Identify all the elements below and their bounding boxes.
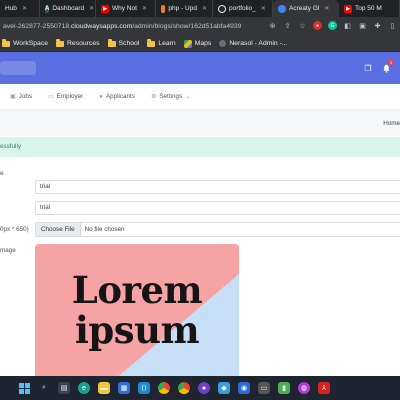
bookmark-nerasol[interactable]: Nerasol - Admin -... — [219, 40, 288, 47]
store-icon[interactable]: ▦ — [118, 382, 130, 394]
app-icon[interactable]: ◆ — [218, 382, 230, 394]
maps-icon — [183, 39, 192, 48]
bookmark-maps[interactable]: Maps — [183, 39, 211, 48]
nav-employer[interactable]: ▭ Employer — [48, 93, 83, 100]
brand-logo[interactable] — [0, 61, 36, 75]
close-tab-icon[interactable]: ✕ — [324, 5, 329, 12]
bookmark-workspace[interactable]: WorkSpace — [2, 38, 48, 47]
task-view-icon[interactable]: ▤ — [58, 382, 70, 394]
close-tab-icon[interactable]: ✕ — [22, 5, 27, 12]
vscode-icon[interactable]: ⟨⟩ — [138, 382, 150, 394]
edge-icon[interactable]: e — [78, 382, 90, 394]
stackoverflow-favicon-icon — [161, 4, 166, 13]
tab-label: Dashboard — [52, 5, 85, 12]
preview-text-line1: Lorem — [71, 268, 203, 312]
notification-badge: 1 — [388, 59, 394, 65]
breadcrumb-home[interactable]: Home — [383, 120, 400, 127]
browser-tab[interactable]: Hub ✕ — [0, 0, 40, 17]
bell-icon[interactable]: 1 — [381, 59, 394, 73]
tab-label: php - Upd — [168, 5, 197, 12]
copy-icon[interactable]: ❐ — [363, 63, 373, 73]
acrobat-icon[interactable]: ⅄ — [318, 382, 330, 394]
folder-icon — [56, 38, 65, 47]
chevron-down-icon: ⌄ — [185, 94, 191, 100]
browser-tab[interactable]: ▶ Why Not ✕ — [96, 0, 156, 17]
folder-icon — [2, 38, 10, 47]
address-bar-icons: ⊕ ⇪ ☆ ● G ◧ ▣ ✚ ▯ — [268, 21, 397, 30]
youtube-favicon-icon: ▶ — [344, 4, 352, 13]
browser-tab[interactable]: ▶ Top 50 M — [339, 0, 400, 17]
file-status: No file chosen — [84, 226, 125, 233]
bookmarks-bar: WorkSpace Resources School Learn Maps Ne… — [0, 36, 400, 52]
briefcase-icon: ▣ — [10, 94, 16, 100]
zoom-icon[interactable]: ⊕ — [268, 21, 277, 30]
folder-icon — [147, 38, 156, 47]
breadcrumb-row: Home — [0, 110, 400, 136]
github-desktop-icon[interactable]: ● — [198, 382, 210, 394]
bookmark-school[interactable]: School — [107, 38, 139, 47]
browser-tab-strip: Hub ✕ A Dashboard ✕ ▶ Why Not ✕ php - Up… — [0, 0, 400, 17]
nav-applicants[interactable]: ● Applicants — [99, 93, 135, 100]
image-size-label: 0px * 650) — [0, 226, 29, 233]
bookmark-learn[interactable]: Learn — [147, 38, 176, 47]
image-label: mage — [0, 247, 16, 254]
bookmark-resources[interactable]: Resources — [56, 38, 100, 47]
grammarly-icon[interactable]: G — [328, 21, 337, 30]
title-input[interactable]: trial — [35, 180, 400, 194]
field-label: e — [0, 170, 4, 177]
browser-tab[interactable]: portfolio_ ✕ — [213, 0, 273, 17]
tab-label: portfolio_ — [229, 5, 256, 12]
close-tab-icon[interactable]: ✕ — [202, 5, 207, 12]
app-icon[interactable]: ◉ — [238, 382, 250, 394]
acreaty-favicon-icon — [278, 4, 286, 13]
terminal-icon[interactable]: ▮ — [278, 382, 290, 394]
chrome-icon[interactable] — [158, 382, 170, 394]
close-tab-icon[interactable]: ✕ — [261, 5, 266, 12]
extension-icon[interactable]: ▣ — [358, 21, 367, 30]
windows-start-icon[interactable] — [18, 382, 30, 394]
github-favicon-icon — [218, 4, 226, 13]
app-header: ❐ 1 — [0, 52, 400, 84]
file-input[interactable]: Choose File No file chosen — [35, 222, 400, 237]
tab-label: Why Not — [112, 5, 137, 12]
url-text[interactable]: avel-262877-2550718.cloudwaysapps.com/ad… — [3, 23, 241, 30]
close-tab-icon[interactable]: ✕ — [142, 5, 147, 12]
slug-input[interactable]: trial — [35, 201, 400, 215]
browser-tab[interactable]: php - Upd ✕ — [156, 0, 213, 17]
youtube-favicon-icon: ▶ — [101, 4, 109, 13]
tab-label: Acreaty Gl — [289, 5, 320, 12]
taskbar: ⌕ ▤ e ▬ ▦ ⟨⟩ ● ◆ ◉ ▭ ▮ ◍ ⅄ — [0, 376, 400, 400]
choose-file-button[interactable]: Choose File — [36, 223, 81, 236]
main-nav: ▣ Jobs ▭ Employer ● Applicants ⚙ Settings ⌄ — [0, 84, 400, 110]
extension-red-icon[interactable]: ● — [313, 21, 322, 30]
app-icon[interactable]: ◍ — [298, 382, 310, 394]
star-icon[interactable]: ☆ — [298, 21, 307, 30]
folder-icon — [107, 38, 116, 47]
dashboard-favicon-icon: A — [45, 4, 50, 13]
nav-jobs[interactable]: ▣ Jobs — [10, 93, 32, 100]
tab-label: Top 50 M — [355, 5, 382, 12]
share-icon[interactable]: ⇪ — [283, 21, 292, 30]
user-icon: ● — [99, 93, 103, 100]
file-explorer-icon[interactable]: ▬ — [98, 382, 110, 394]
tab-label: Hub — [5, 5, 17, 12]
success-alert: essfully — [0, 137, 400, 157]
nerasol-icon — [219, 40, 227, 47]
gear-icon: ⚙ — [150, 94, 157, 100]
sidepanel-icon[interactable]: ▯ — [388, 21, 397, 30]
puzzle-icon[interactable]: ✚ — [373, 21, 382, 30]
search-icon[interactable]: ⌕ — [38, 382, 50, 394]
preview-text-line2: ipsum — [74, 308, 200, 352]
close-tab-icon[interactable]: ✕ — [89, 5, 94, 12]
nav-settings[interactable]: ⚙ Settings ⌄ — [151, 93, 190, 100]
browser-tab-active[interactable]: Acreaty Gl ✕ — [273, 0, 339, 17]
image-preview: Lorem ipsum — [35, 244, 239, 379]
employer-icon: ▭ — [47, 94, 54, 100]
app-icon[interactable]: ▭ — [258, 382, 270, 394]
browser-tab[interactable]: A Dashboard ✕ — [40, 0, 96, 17]
address-bar[interactable]: avel-262877-2550718.cloudwaysapps.com/ad… — [0, 17, 400, 36]
chrome-profile-icon[interactable] — [178, 382, 190, 394]
extension-icon[interactable]: ◧ — [343, 21, 352, 30]
